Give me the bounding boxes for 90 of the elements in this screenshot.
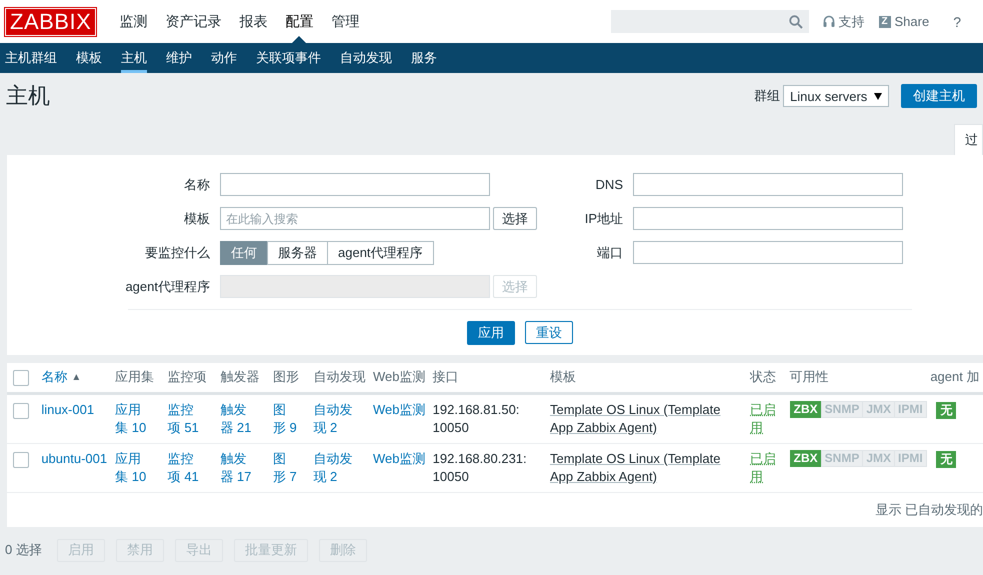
column-header: agent 加: [930, 369, 980, 384]
row-checkbox[interactable]: [13, 402, 29, 419]
submenu-item[interactable]: 主机群组: [5, 43, 57, 73]
applications-link[interactable]: 应用集 10: [115, 400, 152, 436]
page-title: 主机: [6, 82, 50, 110]
input-field[interactable]: [633, 207, 903, 230]
group-dropdown[interactable]: Linux servers: [783, 85, 889, 107]
interface-text: 192.168.81.50: 10050: [432, 400, 520, 436]
availability-badge: IPMI: [894, 450, 927, 466]
filter-tab[interactable]: 过: [954, 124, 983, 155]
menu-item[interactable]: 报表: [230, 0, 276, 43]
field-label: 群组: [754, 87, 780, 105]
segment-button[interactable]: 服务器: [267, 240, 328, 264]
field-label: 端口: [596, 244, 623, 262]
submenu-item[interactable]: 自动发现: [340, 43, 392, 73]
items-link[interactable]: 监控项 51: [168, 400, 204, 436]
availability-badge: JMX: [862, 400, 896, 418]
selected-count: 0 选择: [5, 541, 42, 559]
column-header: 模板: [550, 369, 576, 384]
availability-badge: IPMI: [894, 400, 927, 418]
column-header: 监控项: [168, 369, 207, 384]
host-link[interactable]: ubuntu-001: [41, 450, 110, 468]
column-header: Web监测: [373, 369, 426, 384]
availability-badge: JMX: [862, 450, 896, 466]
field-label: agent代理程序: [124, 278, 210, 296]
table-footer-text: 显示 已自动发现的: [875, 500, 983, 518]
field-label: 模板: [183, 210, 210, 228]
discovery-link[interactable]: 自动发现 2: [313, 400, 358, 436]
column-header: 应用集: [115, 369, 154, 384]
graphs-link[interactable]: 图形 7: [272, 450, 298, 486]
logo[interactable]: ZABBIX: [5, 8, 96, 36]
field-label: 要监控什么: [144, 244, 210, 262]
menu-item[interactable]: 资产记录: [156, 0, 230, 43]
select-button[interactable]: 选择: [493, 207, 537, 230]
availability-badge: SNMP: [820, 400, 864, 418]
column-header: 接口: [432, 369, 459, 384]
column-header: 图形: [272, 369, 299, 384]
interface-text: 192.168.80.231: 10050: [432, 450, 528, 486]
reset-button[interactable]: 重设: [525, 321, 573, 344]
search-field[interactable]: [610, 10, 808, 33]
template-link[interactable]: Template OS Linux (Template App Zabbix Agent): [550, 400, 744, 436]
input-field[interactable]: [633, 241, 903, 264]
menu-item[interactable]: 管理: [322, 0, 368, 43]
share-link[interactable]: Z Share: [878, 14, 930, 29]
availability-badge: ZBX: [790, 450, 822, 466]
input-field[interactable]: 在此输入搜索: [220, 207, 490, 230]
create-host-button[interactable]: 创建主机: [901, 84, 977, 108]
web-link[interactable]: Web监测: [373, 400, 427, 418]
submenu-item[interactable]: 维护: [166, 43, 192, 73]
graphs-link[interactable]: 图形 9: [272, 400, 298, 436]
row-checkbox[interactable]: [13, 452, 29, 468]
column-header: 状态: [750, 369, 776, 384]
column-header: 可用性: [790, 369, 829, 384]
select-all-checkbox[interactable]: [13, 370, 29, 386]
items-link[interactable]: 监控项 41: [168, 450, 204, 486]
submenu-item[interactable]: 服务: [411, 43, 437, 73]
headset-icon: [822, 15, 834, 28]
encryption-badge: 无: [936, 402, 956, 418]
field-label: IP地址: [584, 210, 623, 228]
segment-button[interactable]: agent代理程序: [327, 240, 434, 264]
column-header: 自动发现: [313, 369, 366, 384]
field-label: 名称: [183, 176, 210, 194]
triggers-link[interactable]: 触发器 21: [220, 400, 256, 436]
help-link[interactable]: ?: [953, 14, 961, 30]
apply-button[interactable]: 应用: [467, 321, 515, 345]
input-field[interactable]: [220, 173, 490, 196]
menu-item[interactable]: 监测: [110, 0, 156, 43]
sort-icon: ▲: [71, 372, 82, 383]
triggers-link[interactable]: 触发器 17: [220, 450, 256, 486]
caret-icon: [874, 92, 882, 100]
input-field[interactable]: [633, 173, 903, 196]
submenu-item[interactable]: 模板: [76, 43, 102, 73]
segment-button[interactable]: 任何: [220, 240, 268, 264]
share-icon: Z: [878, 16, 890, 28]
column-header[interactable]: 名称 ▲: [41, 368, 82, 386]
applications-link[interactable]: 应用集 10: [115, 450, 152, 486]
submenu-item[interactable]: 关联项事件: [256, 43, 321, 73]
field-label: DNS: [594, 177, 623, 192]
web-link[interactable]: Web监测: [373, 450, 427, 468]
template-link[interactable]: Template OS Linux (Template App Zabbix Agent): [550, 450, 744, 486]
discovery-link[interactable]: 自动发现 2: [313, 450, 358, 486]
submenu-item[interactable]: 主机: [121, 43, 147, 73]
availability-badge: SNMP: [820, 450, 864, 466]
column-header: 触发器: [220, 369, 260, 384]
support-link[interactable]: 支持: [822, 12, 864, 30]
host-link[interactable]: linux-001: [41, 400, 110, 418]
encryption-badge: 无: [936, 450, 956, 468]
submenu-item[interactable]: 动作: [211, 43, 237, 73]
availability-badge: ZBX: [790, 400, 822, 418]
search-icon: [788, 14, 802, 28]
